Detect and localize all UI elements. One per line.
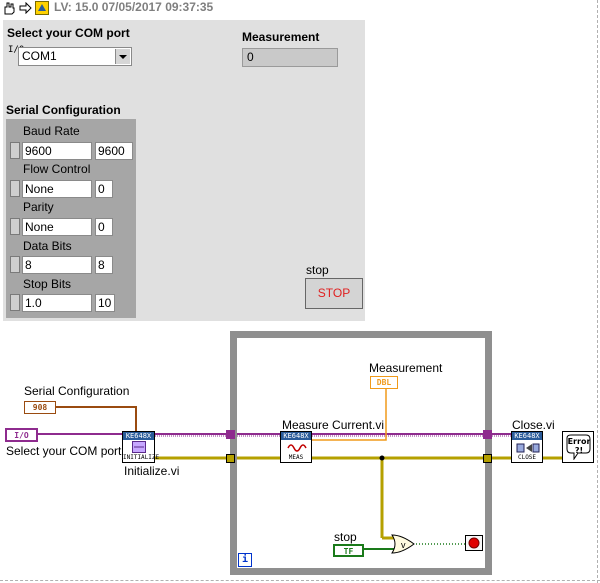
initialize-vi[interactable]: KE648X INITIALIZE bbox=[122, 431, 160, 463]
com-port-terminal[interactable]: I/O bbox=[5, 428, 38, 442]
stop-terminal-label: stop bbox=[334, 530, 357, 544]
visa-tunnel-left bbox=[226, 430, 235, 439]
close-vi-label: Close.vi bbox=[512, 418, 555, 432]
stop-terminal[interactable]: TF bbox=[333, 544, 364, 557]
close-vi-header: KE648X bbox=[512, 432, 542, 440]
initialize-vi-header: KE648X bbox=[123, 432, 154, 440]
error-tunnel-right bbox=[483, 454, 492, 463]
visa-tunnel-right bbox=[483, 430, 492, 439]
close-connector-icon bbox=[516, 443, 540, 453]
error-tunnel-left bbox=[226, 454, 235, 463]
measure-current-vi[interactable]: KE648X MEAS bbox=[280, 431, 312, 463]
close-vi[interactable]: KE648X CLOSE bbox=[511, 431, 543, 463]
measure-vi-label: Measure Current.vi bbox=[282, 418, 385, 432]
loop-condition-terminal[interactable] bbox=[465, 535, 483, 551]
serial-config-terminal[interactable]: 908 bbox=[24, 401, 56, 414]
com-port-terminal-label: Select your COM port bbox=[6, 444, 122, 458]
measure-vi-footer: MEAS bbox=[288, 454, 304, 461]
close-vi-footer: CLOSE bbox=[517, 454, 537, 461]
cluster-wire bbox=[56, 406, 137, 431]
sine-wave-icon bbox=[287, 444, 307, 452]
while-loop bbox=[230, 331, 492, 575]
measurement-terminal-label: Measurement bbox=[369, 361, 443, 375]
error-handler-glyph: Error ?! bbox=[567, 437, 591, 455]
simple-error-handler[interactable]: Error ?! bbox=[562, 431, 594, 463]
initialize-vi-footer: INITIALIZE bbox=[123, 454, 160, 461]
iteration-terminal: i bbox=[238, 553, 252, 567]
measure-vi-header: KE648X bbox=[281, 432, 311, 440]
initialize-vi-icon bbox=[132, 441, 146, 453]
serial-config-terminal-label: Serial Configuration bbox=[24, 384, 130, 398]
initialize-vi-label: Initialize.vi bbox=[124, 464, 180, 478]
measurement-terminal[interactable]: DBL bbox=[370, 376, 398, 389]
